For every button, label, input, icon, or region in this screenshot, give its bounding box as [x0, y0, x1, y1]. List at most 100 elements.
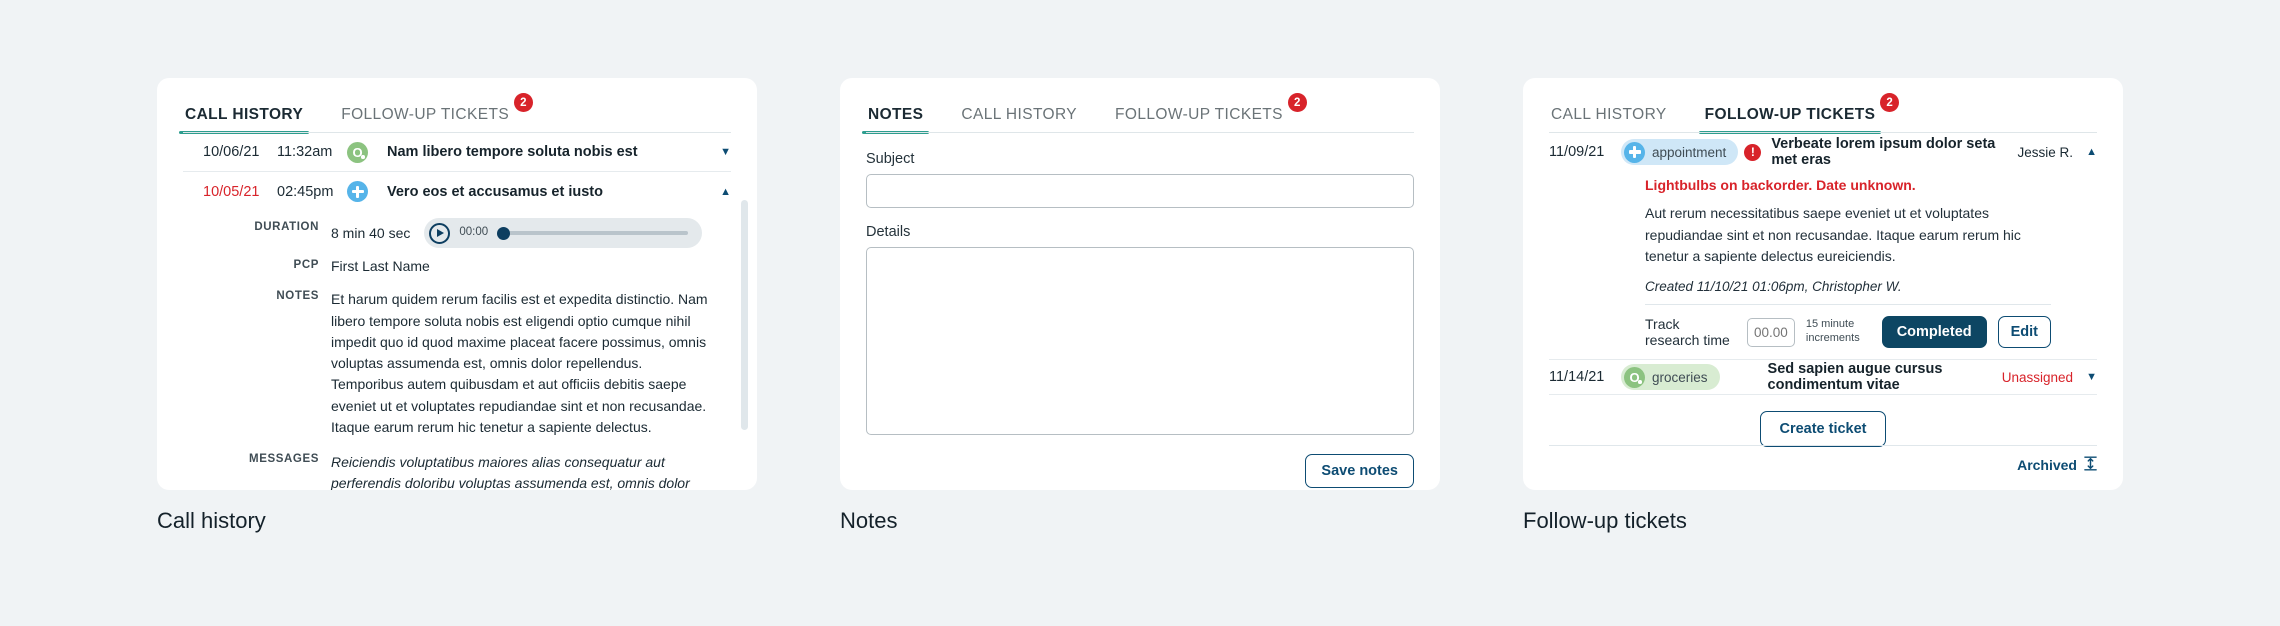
- increments-note: 15 minute increments: [1806, 318, 1860, 346]
- tab-label: CALL HISTORY: [185, 106, 304, 123]
- tab-badge-count: 2: [1880, 93, 1900, 112]
- archived-toggle[interactable]: Archived: [1549, 446, 2097, 474]
- audio-scrubber[interactable]: [497, 226, 689, 240]
- chevron-up-icon[interactable]: ▲: [709, 186, 731, 198]
- create-ticket-wrap: Create ticket: [1549, 395, 2097, 448]
- alert-icon: !: [1744, 143, 1762, 161]
- chip-label: appointment: [1652, 144, 1727, 160]
- tab-follow-up-tickets[interactable]: FOLLOW-UP TICKETS 2: [339, 93, 534, 133]
- ticket-subject: Sed sapien augue cursus condimentum vita…: [1767, 361, 1943, 394]
- messages-value: Reiciendis voluptatibus maiores alias co…: [331, 454, 690, 490]
- archived-label: Archived: [2017, 457, 2077, 473]
- call-detail: DURATION 8 min 40 sec 00:00 PCP First La…: [183, 211, 731, 490]
- tab-call-history[interactable]: CALL HISTORY: [1549, 102, 1669, 133]
- pcp-value: First Last Name: [331, 258, 430, 274]
- follow-up-tickets-panel: CALL HISTORY FOLLOW-UP TICKETS 2 11/09/2…: [1523, 78, 2123, 490]
- notes-label: NOTES: [276, 290, 319, 303]
- completed-button[interactable]: Completed: [1881, 316, 1987, 349]
- notes-tabs: NOTES CALL HISTORY FOLLOW-UP TICKETS 2: [861, 93, 1414, 134]
- tab-notes[interactable]: NOTES: [861, 102, 930, 134]
- ticket-alert-text: Lightbulbs on backorder. Date unknown.: [1645, 177, 1916, 193]
- call-subject: Vero eos et accusamus et iusto: [387, 183, 603, 200]
- ticket-category-chip[interactable]: O groceries: [1621, 364, 1720, 391]
- vertical-scrollbar[interactable]: [741, 200, 748, 430]
- increments-line-2: increments: [1805, 332, 1860, 345]
- duration-value: 8 min 40 sec: [331, 225, 411, 241]
- ticket-subject: Verbeate lorem ipsum dolor seta met eras: [1771, 136, 1996, 168]
- screenshot-root: CALL HISTORY FOLLOW-UP TICKETS 2 10/06/2…: [0, 0, 2280, 626]
- duration-label: DURATION: [254, 221, 319, 233]
- call-row-expanded[interactable]: 10/05/21 02:45pm Vero eos et accusamus e…: [183, 172, 731, 211]
- call-type-icon-cell: [347, 181, 387, 202]
- pcp-row: PCP First Last Name: [183, 252, 731, 281]
- increments-line-1: 15 minute: [1805, 318, 1855, 331]
- tab-label: FOLLOW-UP TICKETS: [1115, 106, 1283, 123]
- circle-plus-blue-icon: [347, 181, 368, 202]
- tab-label: FOLLOW-UP TICKETS: [1704, 106, 1876, 123]
- chevron-up-icon[interactable]: ▲: [2073, 146, 2097, 158]
- tickets-tabs: CALL HISTORY FOLLOW-UP TICKETS 2: [1549, 93, 2097, 134]
- audio-track: [497, 231, 689, 235]
- tab-follow-up-tickets[interactable]: FOLLOW-UP TICKETS 2: [1113, 93, 1307, 133]
- tabs-divider: [183, 131, 731, 133]
- tab-label: CALL HISTORY: [961, 106, 1078, 123]
- ticket-body-text: Aut rerum necessitatibus saepe eveniet u…: [1645, 205, 2021, 265]
- call-date: 10/05/21: [203, 183, 260, 200]
- audio-knob[interactable]: [497, 227, 511, 240]
- tab-call-history[interactable]: CALL HISTORY: [959, 102, 1079, 133]
- messages-row: MESSAGES Reiciendis voluptatibus maiores…: [183, 442, 731, 490]
- tab-label: NOTES: [868, 106, 924, 123]
- call-subject: Nam libero tempore soluta nobis est: [387, 144, 638, 160]
- tab-badge-count: 2: [514, 93, 534, 112]
- tabs-divider: [866, 131, 1414, 133]
- tab-follow-up-tickets[interactable]: FOLLOW-UP TICKETS 2: [1698, 93, 1900, 134]
- call-history-panel: CALL HISTORY FOLLOW-UP TICKETS 2 10/06/2…: [157, 78, 757, 490]
- create-ticket-button[interactable]: Create ticket: [1760, 411, 1886, 448]
- ticket-row[interactable]: 11/14/21 O groceries Sed sapien augue cu…: [1549, 359, 2097, 396]
- details-textarea[interactable]: [866, 247, 1414, 435]
- subject-input[interactable]: [866, 174, 1414, 208]
- details-label: Details: [866, 224, 911, 240]
- circle-o-green-icon: O: [347, 141, 368, 163]
- notes-value: Et harum quidem rerum facilis est et exp…: [331, 291, 708, 435]
- player-time: 00:00: [459, 226, 489, 239]
- ticket-row-expanded[interactable]: 11/09/21 appointment ! Verbeate lorem ip…: [1549, 133, 2097, 171]
- sort-vertical-icon: [2084, 456, 2097, 474]
- ticket-date: 11/09/21: [1549, 144, 1605, 160]
- chip-label: groceries: [1652, 369, 1708, 385]
- call-row[interactable]: 10/06/21 11:32am O Nam libero tempore so…: [183, 133, 731, 172]
- caption-notes: Notes: [840, 508, 898, 533]
- track-research-time-input[interactable]: [1746, 317, 1795, 347]
- edit-button[interactable]: Edit: [1997, 316, 2051, 349]
- ticket-category-chip[interactable]: appointment: [1621, 139, 1739, 165]
- tab-call-history[interactable]: CALL HISTORY: [178, 102, 310, 134]
- chevron-down-icon[interactable]: ▼: [2073, 371, 2097, 383]
- messages-label: MESSAGES: [249, 453, 319, 466]
- notes-row: NOTES Et harum quidem rerum facilis est …: [183, 281, 731, 442]
- call-history-tabs: CALL HISTORY FOLLOW-UP TICKETS 2: [178, 93, 731, 134]
- circle-o-green-icon: O: [1624, 366, 1645, 388]
- ticket-detail: Lightbulbs on backorder. Date unknown. A…: [1549, 171, 2097, 359]
- call-time: 11:32am: [277, 144, 333, 160]
- circle-plus-blue-icon: [1624, 141, 1645, 163]
- ticket-created-text: Created 11/10/21 01:06pm, Christopher W.: [1645, 279, 1902, 295]
- tab-label: FOLLOW-UP TICKETS: [341, 106, 510, 123]
- track-research-time-bar: Track research time 15 minute increments…: [1645, 305, 2097, 359]
- ticket-date: 11/14/21: [1549, 369, 1605, 386]
- track-research-time-label: Track research time: [1645, 316, 1730, 349]
- subject-label: Subject: [866, 151, 915, 167]
- notes-panel: NOTES CALL HISTORY FOLLOW-UP TICKETS 2 S…: [840, 78, 1440, 490]
- duration-value-cell: 8 min 40 sec 00:00: [331, 218, 731, 248]
- audio-player[interactable]: 00:00: [424, 218, 703, 248]
- save-notes-button[interactable]: Save notes: [1305, 454, 1414, 488]
- call-time: 02:45pm: [277, 183, 334, 200]
- chevron-down-icon[interactable]: ▼: [709, 146, 731, 158]
- pcp-label: PCP: [293, 259, 319, 271]
- duration-row: DURATION 8 min 40 sec 00:00: [183, 214, 731, 252]
- tab-label: CALL HISTORY: [1551, 106, 1667, 123]
- call-date: 10/06/21: [203, 144, 260, 160]
- ticket-owner: Jessie R.: [2017, 144, 2073, 160]
- play-icon[interactable]: [429, 222, 451, 244]
- caption-call-history: Call history: [157, 508, 266, 533]
- caption-follow-up-tickets: Follow-up tickets: [1523, 508, 1687, 533]
